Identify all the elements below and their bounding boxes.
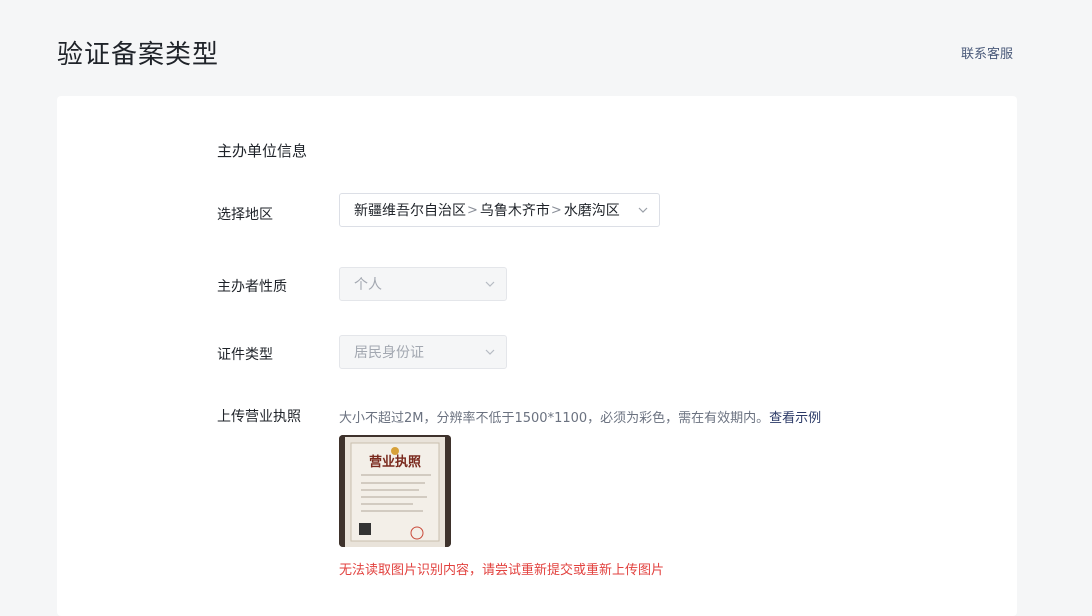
upload-label: 上传营业执照 — [217, 409, 301, 425]
view-example-link[interactable]: 查看示例 — [769, 411, 821, 426]
region-province: 新疆维吾尔自治区 — [354, 203, 466, 219]
nature-select[interactable]: 个人 — [339, 267, 507, 301]
chevron-down-icon — [638, 207, 648, 213]
license-photo-icon: 营业执照 — [339, 435, 451, 547]
chevron-right-icon: > — [550, 202, 562, 218]
upload-hint: 大小不超过2M，分辨率不低于1500*1100，必须为彩色，需在有效期内。查看示… — [339, 407, 821, 426]
section-title: 主办单位信息 — [217, 142, 308, 160]
upload-hint-text: 大小不超过2M，分辨率不低于1500*1100，必须为彩色，需在有效期内。 — [339, 411, 770, 426]
id-type-label: 证件类型 — [217, 347, 273, 363]
contact-support-link[interactable]: 联系客服 — [961, 43, 1013, 62]
chevron-down-icon — [485, 281, 495, 287]
license-title: 营业执照 — [369, 454, 421, 470]
page-title: 验证备案类型 — [57, 40, 220, 70]
uploaded-license-thumbnail[interactable]: 营业执照 — [339, 435, 451, 547]
id-type-select[interactable]: 居民身份证 — [339, 335, 507, 369]
upload-error-message: 无法读取图片识别内容，请尝试重新提交或重新上传图片 — [339, 563, 665, 578]
nature-value: 个人 — [354, 277, 382, 293]
chevron-right-icon: > — [467, 202, 478, 218]
chevron-down-icon — [485, 349, 495, 355]
form-card: 主办单位信息 选择地区 新疆维吾尔自治区 > 乌鲁木齐市 > 水磨沟区 主办者性… — [57, 96, 1017, 616]
nature-label: 主办者性质 — [217, 279, 287, 295]
region-district: 水磨沟区 — [563, 203, 620, 219]
region-label: 选择地区 — [217, 207, 273, 223]
region-city: 乌鲁木齐市 — [479, 203, 550, 219]
region-select[interactable]: 新疆维吾尔自治区 > 乌鲁木齐市 > 水磨沟区 — [339, 193, 660, 227]
id-type-value: 居民身份证 — [354, 345, 424, 361]
